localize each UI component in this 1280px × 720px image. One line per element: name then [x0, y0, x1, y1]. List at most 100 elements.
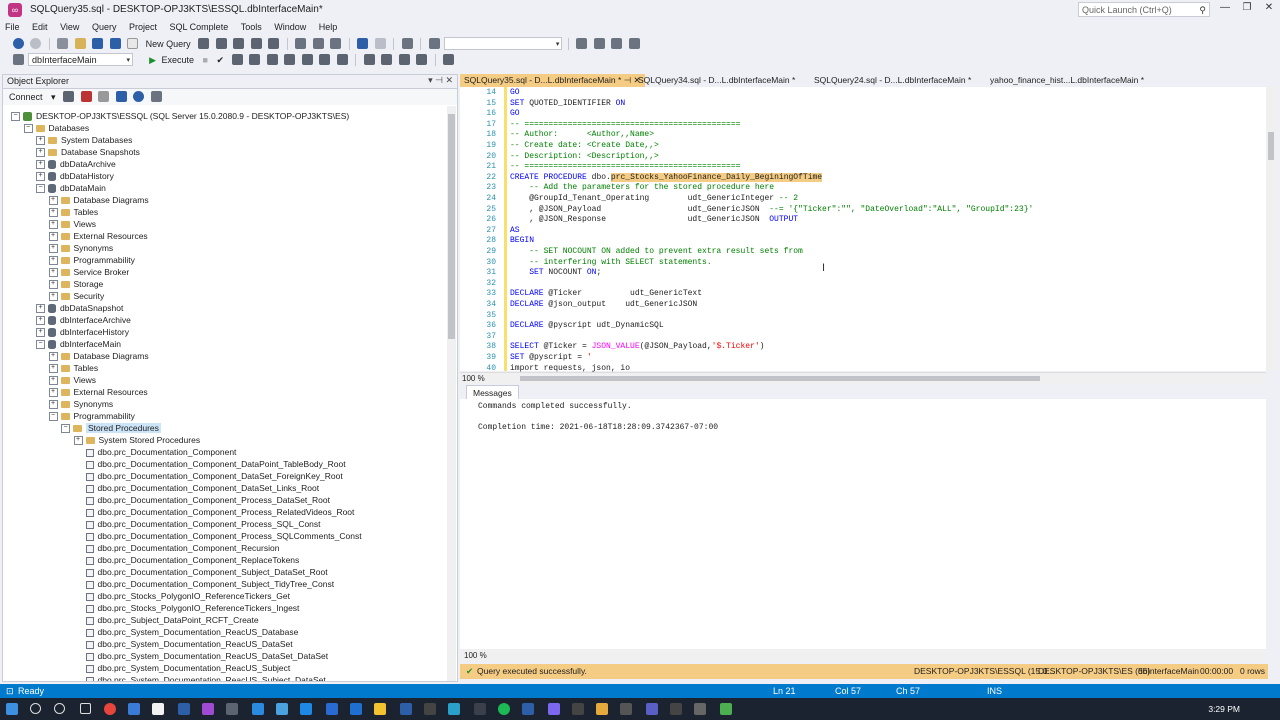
tree-node[interactable]: + Service Broker [48, 266, 129, 278]
tree-node[interactable]: +dbo.prc_Documentation_Component_DataSet… [74, 470, 343, 482]
tree-node[interactable]: +dbo.prc_System_Documentation_ReacUS_Sub… [74, 674, 326, 681]
app-icon[interactable] [448, 703, 460, 715]
app-icon[interactable] [474, 703, 486, 715]
forward-icon[interactable] [30, 38, 42, 49]
spotify-icon[interactable] [498, 703, 510, 715]
tree-node[interactable]: +dbo.prc_Documentation_Component_Process… [74, 506, 354, 518]
code-line[interactable]: GO [510, 109, 520, 120]
display-plan-icon[interactable] [231, 54, 243, 65]
editor-vertical-scrollbar[interactable] [1266, 87, 1276, 371]
specify-values-icon[interactable] [443, 54, 455, 65]
disconnect-icon[interactable] [80, 91, 92, 102]
maximize-button[interactable]: ❐ [1238, 2, 1256, 16]
expand-icon[interactable]: + [36, 304, 45, 314]
tree-node[interactable]: +dbo.prc_Documentation_Component_Process… [74, 518, 321, 530]
save-all-icon[interactable] [109, 38, 121, 49]
tree-node[interactable]: − Programmability [48, 410, 135, 422]
code-line[interactable]: SELECT @Ticker = JSON_VALUE(@JSON_Payloa… [510, 342, 764, 353]
scrollbar-thumb[interactable] [448, 114, 455, 339]
find-combo[interactable]: ▾ [444, 37, 563, 50]
menu-file[interactable]: File [0, 20, 25, 35]
properties-icon[interactable] [593, 38, 605, 49]
cortana-icon[interactable] [54, 703, 65, 714]
menu-sql-complete[interactable]: SQL Complete [165, 20, 234, 35]
scrollbar-thumb[interactable] [520, 376, 1040, 381]
cut-icon[interactable] [295, 38, 307, 49]
expand-icon[interactable]: + [36, 160, 45, 170]
cancel-query-icon[interactable]: ■ [203, 52, 208, 68]
collapse-icon[interactable]: − [48, 412, 58, 422]
find-icon[interactable] [428, 38, 440, 49]
code-line[interactable]: -- SET NOCOUNT ON added to prevent extra… [510, 247, 803, 258]
code-line[interactable]: -- Description: <Description,,> [510, 152, 659, 163]
tree-node[interactable]: + Database Snapshots [36, 146, 140, 158]
menu-project[interactable]: Project [124, 20, 162, 35]
start-button-icon[interactable] [6, 703, 18, 715]
query-designer-icon[interactable] [249, 54, 261, 65]
expand-icon[interactable]: + [48, 388, 58, 398]
menu-help[interactable]: Help [314, 20, 343, 35]
tree-node[interactable]: +dbo.prc_Documentation_Component_Process… [74, 494, 330, 506]
tree-node[interactable]: +dbo.prc_System_Documentation_ReacUS_Sub… [74, 662, 290, 674]
stop-icon[interactable] [98, 91, 110, 102]
code-line[interactable]: -- Create date: <Create Date,,> [510, 141, 659, 152]
execute-button[interactable]: Execute [162, 52, 195, 68]
tree-node[interactable]: + Database Diagrams [48, 350, 149, 362]
messages-scrollbar[interactable]: 100 % [460, 650, 1266, 661]
tab-document[interactable]: SQLQuery35.sql - D...L.dbInterfaceMain *… [460, 74, 645, 87]
tree-node[interactable]: + Views [48, 374, 96, 386]
code-line[interactable]: -- =====================================… [510, 162, 740, 173]
tree-node[interactable]: +dbo.prc_Stocks_PolygonIO_ReferenceTicke… [74, 602, 299, 614]
tree-node[interactable]: − dbDataMain [36, 182, 106, 194]
tab-document[interactable]: yahoo_finance_hist...L.dbInterfaceMain * [986, 74, 1148, 87]
expand-icon[interactable]: + [48, 208, 58, 218]
new-query-icon[interactable] [127, 38, 139, 49]
connect-object-icon[interactable] [63, 91, 75, 102]
tree-node[interactable]: +dbo.prc_Documentation_Component [74, 446, 236, 458]
code-line[interactable]: -- =====================================… [510, 120, 740, 131]
solution-explorer-icon[interactable] [576, 38, 588, 49]
expand-icon[interactable]: + [48, 364, 58, 374]
tree-node[interactable]: +dbo.prc_Subject_DataPoint_RCFT_Create [74, 614, 259, 626]
tree-node[interactable]: + Tables [48, 206, 98, 218]
mdx-query-icon[interactable] [215, 38, 227, 49]
collapse-icon[interactable]: − [61, 424, 70, 434]
client-stats-icon[interactable] [301, 54, 313, 65]
expand-icon[interactable]: + [48, 376, 58, 386]
app-icon[interactable] [152, 703, 164, 715]
tab-document[interactable]: SQLQuery34.sql - D...L.dbInterfaceMain * [634, 74, 799, 87]
search-icon[interactable] [30, 703, 41, 714]
expand-icon[interactable]: + [48, 400, 58, 410]
results-grid-icon[interactable] [266, 54, 278, 65]
expand-icon[interactable]: + [73, 436, 83, 446]
app-icon[interactable] [424, 703, 436, 715]
paste-icon[interactable] [330, 38, 342, 49]
messages-tab[interactable]: Messages [466, 385, 519, 400]
code-line[interactable]: SET NOCOUNT ON; [510, 268, 601, 279]
taskbar-clock[interactable]: 3:29 PM [1208, 700, 1240, 718]
expand-icon[interactable]: + [36, 148, 45, 158]
code-line[interactable]: GO [510, 88, 520, 99]
results-file-icon[interactable] [336, 54, 348, 65]
expand-icon[interactable]: + [48, 292, 58, 302]
code-line[interactable]: SET @pyscript = ' [510, 353, 592, 364]
app-icon[interactable] [400, 703, 412, 715]
tree-node[interactable]: +dbo.prc_Documentation_Component_Subject… [74, 566, 328, 578]
code-line[interactable]: AS [510, 226, 520, 237]
new-project-icon[interactable] [57, 38, 69, 49]
tree-node[interactable]: + dbInterfaceArchive [36, 314, 131, 326]
expand-icon[interactable]: + [36, 316, 45, 326]
save-icon[interactable] [92, 38, 104, 49]
expand-icon[interactable]: + [48, 220, 58, 230]
expand-icon[interactable]: + [48, 268, 58, 278]
tree-node[interactable]: + Security [48, 290, 104, 302]
editor-zoom[interactable]: 100 % [462, 373, 485, 384]
comment-icon[interactable] [363, 54, 375, 65]
editor-horizontal-scrollbar[interactable]: 100 % [460, 372, 1266, 384]
tree-node[interactable]: +dbo.prc_System_Documentation_ReacUS_Dat… [74, 626, 298, 638]
tree-node[interactable]: + Synonyms [48, 398, 113, 410]
app-icon[interactable] [572, 703, 584, 715]
code-line[interactable]: -- Author: <Author,,Name> [510, 130, 654, 141]
expand-icon[interactable]: + [36, 172, 45, 182]
tree-node[interactable]: + System Databases [36, 134, 132, 146]
